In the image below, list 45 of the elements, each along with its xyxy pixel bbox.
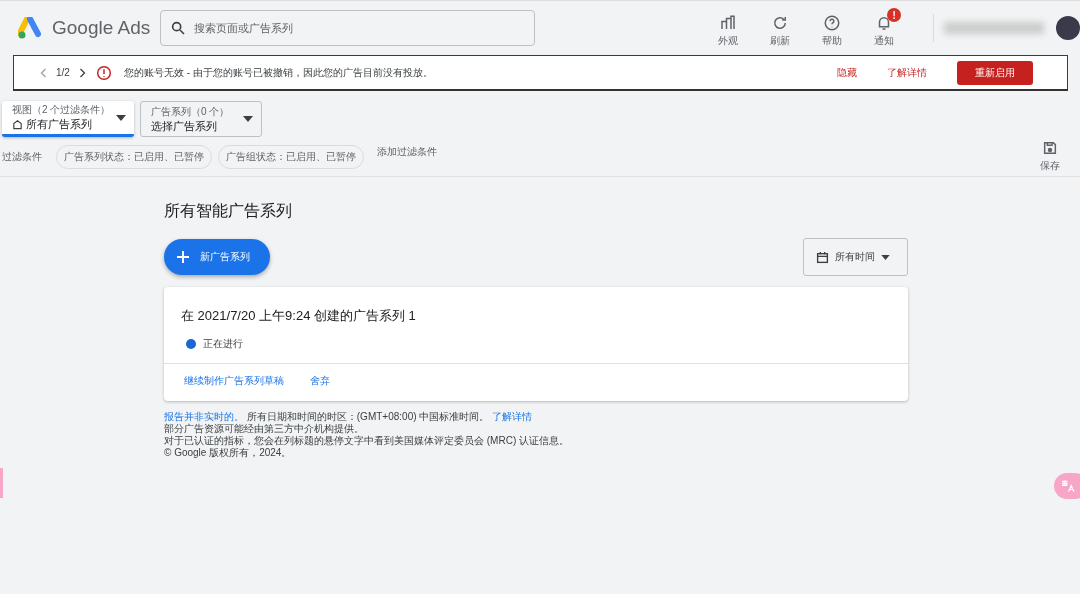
campaign-title: 在 2021/7/20 上午9:24 创建的广告系列 1 xyxy=(180,307,417,325)
page-title: 所有智能广告系列 xyxy=(164,201,293,221)
toolbar-button[interactable]: 外观 xyxy=(709,8,748,48)
selector-dropdown[interactable]: 视图（2 个过滤条件） 所有广告系列 xyxy=(2,101,134,137)
card-action-link[interactable]: 舍弃 xyxy=(310,374,330,388)
selector-dropdown[interactable]: 广告系列（0 个） 选择广告系列 xyxy=(140,101,262,137)
status-text: 正在进行 xyxy=(203,337,243,351)
footer-text: 对于已认证的指标，您会在列标题的悬停文字中看到美国媒体评定委员会 (MRC) 认证信息。 xyxy=(164,435,570,447)
footer-text: 所有日期和时间的时区：(GMT+08:00) 中国标准时间。 xyxy=(246,411,490,422)
footer-link[interactable]: 了解详情 xyxy=(492,411,533,422)
add-filter-link[interactable]: 添加过滤条件 xyxy=(370,144,444,169)
plus-icon xyxy=(176,250,190,264)
avatar[interactable] xyxy=(1056,16,1080,40)
caret-icon xyxy=(881,254,890,260)
pager-text: 1/2 xyxy=(56,67,70,78)
alert-link[interactable]: 隐藏 xyxy=(837,65,857,80)
logo-text: Google Ads xyxy=(52,17,151,39)
caret-icon xyxy=(116,114,126,121)
save-button[interactable]: 保存 xyxy=(1040,140,1060,173)
caret-icon xyxy=(243,116,253,122)
help-icon xyxy=(823,14,842,32)
notification-badge: ! xyxy=(887,8,902,22)
new-campaign-button[interactable]: 新广告系列 xyxy=(164,239,270,275)
translate-button[interactable] xyxy=(1054,473,1080,499)
footer-text: © Google 版权所有，2024。 xyxy=(164,447,293,459)
home-icon xyxy=(12,119,23,130)
alert-message: 您的账号无效 - 由于您的账号已被撤销，因此您的广告目前没有投放。 xyxy=(123,65,434,80)
error-icon xyxy=(95,64,112,81)
filters-label: 过滤条件 xyxy=(2,149,42,164)
chart-icon xyxy=(719,14,738,32)
toolbar-button[interactable]: 通知 ! xyxy=(865,8,904,48)
footer-link[interactable]: 报告并非实时的。 xyxy=(164,411,244,422)
calendar-icon xyxy=(816,250,829,264)
toolbar-button[interactable]: 刷新 xyxy=(761,8,800,48)
search-icon xyxy=(169,20,186,36)
translate-icon xyxy=(1061,479,1075,493)
card-action-link[interactable]: 继续制作广告系列草稿 xyxy=(184,374,284,388)
reactivate-button[interactable]: 重新启用 xyxy=(957,60,1033,85)
logo-icon xyxy=(18,17,44,39)
toolbar-button[interactable]: 帮助 xyxy=(813,8,852,48)
footer-text: 部分广告资源可能经由第三方中介机构提供。 xyxy=(164,423,365,435)
alert-link[interactable]: 了解详情 xyxy=(887,65,927,80)
search-field[interactable]: 搜索页面或广告系列 xyxy=(159,10,536,46)
date-range-button[interactable]: 所有时间 xyxy=(803,238,908,276)
save-icon xyxy=(1042,140,1058,156)
